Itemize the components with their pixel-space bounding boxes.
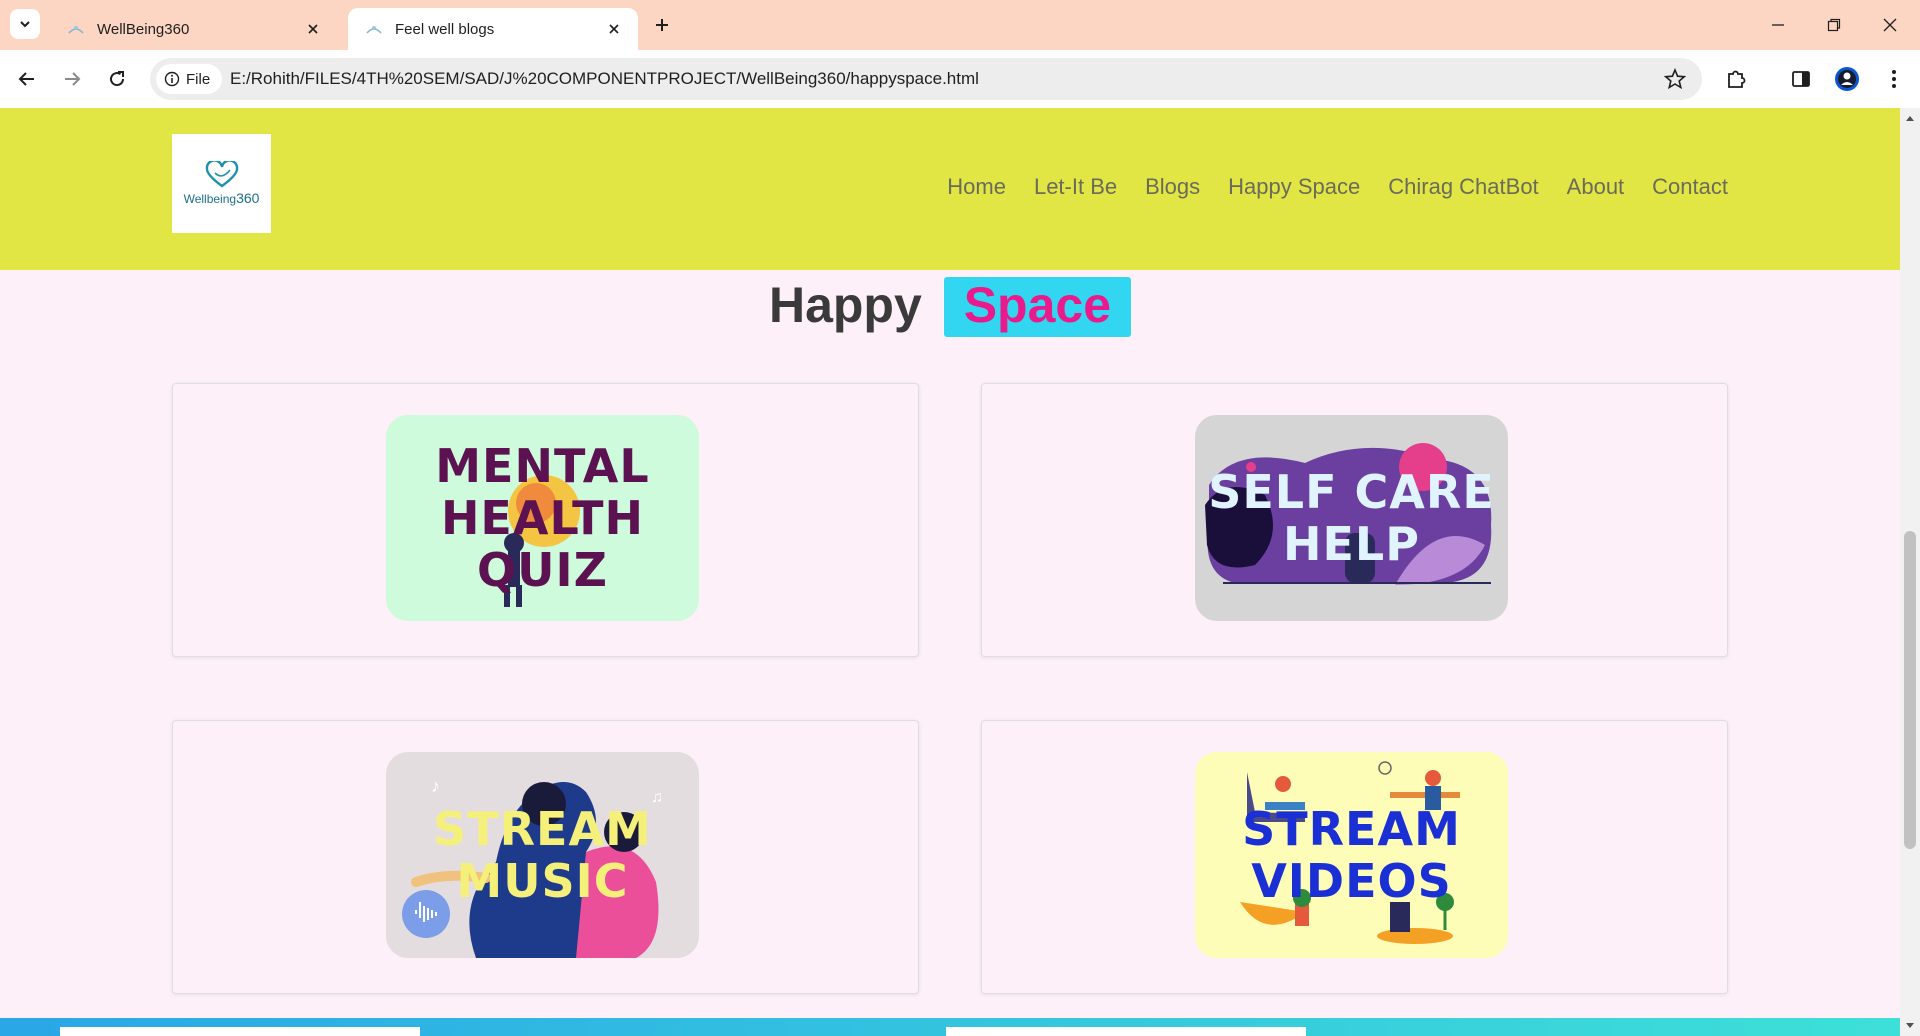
info-icon: [164, 71, 180, 87]
site-header: Wellbeing360 Home Let-It Be Blogs Happy …: [0, 108, 1900, 270]
scroll-down-arrow-icon[interactable]: [1904, 1020, 1916, 1032]
scrollbar-thumb[interactable]: [1904, 531, 1916, 849]
tab-feel-well-blogs[interactable]: Feel well blogs: [348, 8, 638, 50]
tab-title: WellBeing360: [97, 20, 190, 38]
browser-menu-button[interactable]: [1880, 65, 1908, 93]
card-stream-music: ♪ ♫ STREAM MUSIC: [172, 720, 919, 994]
close-tab-icon[interactable]: [303, 19, 323, 39]
site-info-label: File: [186, 70, 211, 88]
card-self-care-help: SELF CARE HELP: [981, 383, 1728, 657]
tile-label: STREAM VIDEOS: [1242, 802, 1461, 908]
stream-videos-tile[interactable]: STREAM VIDEOS: [1195, 752, 1508, 958]
site-favicon-icon: [66, 19, 86, 39]
tile-label: STREAM MUSIC: [433, 802, 652, 908]
url-text[interactable]: E:/Rohith/FILES/4TH%20SEM/SAD/J%20COMPON…: [230, 69, 979, 89]
minimize-icon: [1772, 24, 1784, 26]
site-favicon-icon: [364, 19, 384, 39]
restore-icon: [1827, 18, 1841, 32]
self-care-help-tile[interactable]: SELF CARE HELP: [1195, 415, 1508, 621]
nav-happy-space[interactable]: Happy Space: [1228, 174, 1360, 200]
mental-health-quiz-tile[interactable]: MENTAL HEALTH QUIZ: [386, 415, 699, 621]
kebab-menu-icon: [1892, 70, 1896, 88]
title-word-space: Space: [943, 277, 1132, 337]
scroll-up-arrow-icon[interactable]: [1904, 112, 1916, 124]
tab-search-button[interactable]: [10, 9, 40, 39]
new-tab-button[interactable]: [648, 11, 676, 39]
reload-icon: [110, 71, 125, 87]
stream-music-tile[interactable]: ♪ ♫ STREAM MUSIC: [386, 752, 699, 958]
main-nav: Home Let-It Be Blogs Happy Space Chirag …: [947, 174, 1728, 200]
puzzle-icon: [1728, 70, 1746, 88]
card-mental-health-quiz: MENTAL HEALTH QUIZ: [172, 383, 919, 657]
title-word-happy: Happy: [768, 277, 922, 333]
plus-icon: [656, 19, 668, 31]
tile-label: SELF CARE HELP: [1208, 465, 1495, 571]
site-logo[interactable]: Wellbeing360: [172, 134, 271, 233]
browser-toolbar: File E:/Rohith/FILES/4TH%20SEM/SAD/J%20C…: [0, 50, 1920, 108]
reload-button[interactable]: [102, 64, 132, 94]
close-window-button[interactable]: [1862, 0, 1918, 50]
page-viewport: Wellbeing360 Home Let-It Be Blogs Happy …: [0, 108, 1900, 1036]
browser-tab-bar: WellBeing360 Feel well blogs: [0, 0, 1920, 50]
heart-icon: [205, 161, 238, 188]
avatar-icon: [1835, 67, 1859, 91]
page-title: Happy Space: [0, 276, 1900, 337]
side-panel-icon: [1792, 71, 1810, 87]
side-panel-button[interactable]: [1787, 65, 1815, 93]
site-info-chip[interactable]: File: [156, 64, 223, 94]
forward-button[interactable]: [57, 64, 87, 94]
nav-about[interactable]: About: [1567, 174, 1625, 200]
tab-wellbeing360[interactable]: WellBeing360: [50, 8, 337, 50]
page-scrollbar[interactable]: [1900, 108, 1920, 1036]
logo-text: Wellbeing360: [183, 190, 260, 206]
restore-button[interactable]: [1806, 0, 1862, 50]
profile-button[interactable]: [1833, 65, 1861, 93]
nav-blogs[interactable]: Blogs: [1145, 174, 1200, 200]
nav-let-it-be[interactable]: Let-It Be: [1034, 174, 1117, 200]
extensions-button[interactable]: [1722, 65, 1750, 93]
nav-contact[interactable]: Contact: [1652, 174, 1728, 200]
bookmark-star-icon[interactable]: [1664, 68, 1686, 90]
address-bar[interactable]: File E:/Rohith/FILES/4TH%20SEM/SAD/J%20C…: [150, 58, 1702, 100]
tile-label: MENTAL HEALTH QUIZ: [435, 439, 650, 597]
nav-home[interactable]: Home: [947, 174, 1006, 200]
arrow-left-icon: [18, 72, 34, 86]
chevron-down-icon: [20, 21, 30, 28]
close-icon: [1883, 18, 1897, 32]
tab-title: Feel well blogs: [395, 20, 495, 38]
minimize-button[interactable]: [1750, 0, 1806, 50]
close-tab-icon[interactable]: [604, 19, 624, 39]
arrow-right-icon: [65, 72, 81, 86]
footer-edge: [0, 1018, 1900, 1036]
back-button[interactable]: [12, 64, 42, 94]
nav-chirag-chatbot[interactable]: Chirag ChatBot: [1388, 174, 1538, 200]
card-stream-videos: STREAM VIDEOS: [981, 720, 1728, 994]
